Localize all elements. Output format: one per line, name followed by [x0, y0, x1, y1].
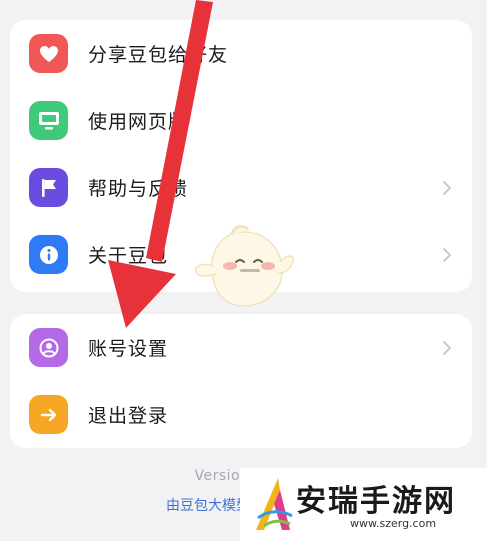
menu-item-label: 关于豆包 — [88, 245, 169, 267]
menu-item-label: 使用网页版 — [88, 111, 189, 133]
menu-item-label: 帮助与反馈 — [88, 178, 189, 200]
chevron-right-icon — [443, 247, 451, 262]
arrow-right-icon — [29, 395, 68, 434]
flag-icon — [29, 168, 68, 207]
mascot-illustration — [194, 225, 294, 307]
monitor-icon — [29, 101, 68, 140]
menu-item-help-feedback[interactable]: 帮助与反馈 — [10, 154, 472, 221]
chevron-right-icon — [443, 340, 451, 355]
heart-icon — [29, 34, 68, 73]
watermark-url: www.szerg.com — [350, 517, 437, 530]
menu-item-label: 账号设置 — [88, 338, 169, 360]
menu-item-logout[interactable]: 退出登录 — [10, 381, 472, 448]
menu-item-web-version[interactable]: 使用网页版 — [10, 87, 472, 154]
info-icon — [29, 235, 68, 274]
model-link[interactable]: 由豆包大模型 — [166, 495, 250, 515]
watermark-title: 安瑞手游网 — [296, 484, 456, 519]
settings-card-account: 账号设置 退出登录 — [10, 314, 472, 448]
menu-item-account-settings[interactable]: 账号设置 — [10, 314, 472, 381]
menu-item-label: 退出登录 — [88, 405, 169, 427]
chevron-right-icon — [443, 180, 451, 195]
watermark-logo-icon — [256, 478, 293, 530]
site-watermark: 安瑞手游网 www.szerg.com — [240, 468, 487, 541]
user-circle-icon — [29, 328, 68, 367]
menu-item-label: 分享豆包给好友 — [88, 44, 229, 66]
menu-item-share[interactable]: 分享豆包给好友 — [10, 20, 472, 87]
